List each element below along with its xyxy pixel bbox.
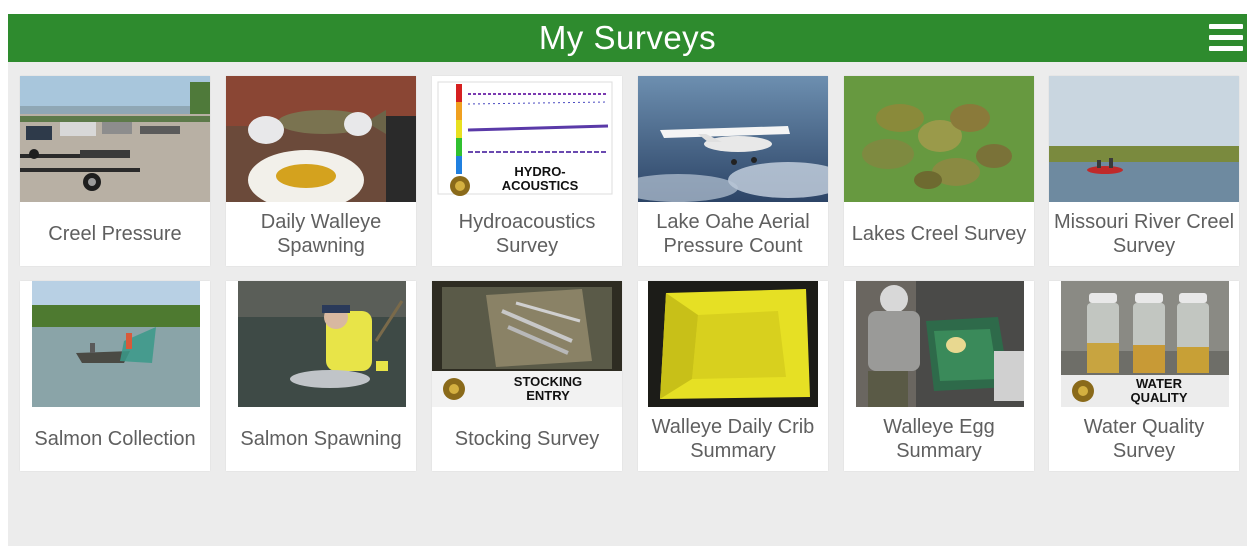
survey-card-label: Hydroacoustics Survey <box>458 211 596 257</box>
survey-card-water-quality-survey[interactable]: WATER QUALITY Water Quality Survey <box>1049 281 1239 471</box>
survey-card-label: Missouri River Creel Survey <box>1053 211 1235 257</box>
survey-card-lake-oahe-aerial[interactable]: Lake Oahe Aerial Pressure Count <box>638 76 828 266</box>
survey-card-label: Walleye Daily Crib Summary <box>651 416 815 462</box>
survey-card-salmon-collection[interactable]: Salmon Collection <box>20 281 210 471</box>
survey-card-hydroacoustics-survey[interactable]: HYDRO- ACOUSTICS Hydroacoustics Survey <box>432 76 622 266</box>
survey-card-label: Salmon Collection <box>34 428 196 450</box>
survey-card-label: Stocking Survey <box>454 428 600 450</box>
survey-card-label: Lakes Creel Survey <box>851 223 1027 245</box>
hamburger-menu-icon[interactable] <box>1209 22 1243 54</box>
app-header: My Surveys <box>8 14 1247 62</box>
survey-card-label: Creel Pressure <box>48 223 182 245</box>
survey-card-label: Water Quality Survey <box>1083 416 1205 462</box>
app-window: My Surveys Creel Pressure Daily Walleye … <box>8 14 1247 546</box>
airplane-thumbnail <box>638 76 828 202</box>
survey-card-lakes-creel-survey[interactable]: Lakes Creel Survey <box>844 76 1034 266</box>
svg-text:HYDRO-: HYDRO- <box>514 164 565 179</box>
walleye-spawning-thumbnail <box>226 76 416 202</box>
boat-net-thumbnail <box>20 281 210 407</box>
sunfish-thumbnail <box>844 76 1034 202</box>
survey-card-label: Daily Walleye Spawning <box>260 211 382 257</box>
hydroacoustics-thumbnail: HYDRO- ACOUSTICS <box>432 76 622 202</box>
survey-card-label: Salmon Spawning <box>240 428 402 450</box>
svg-text:STOCKING: STOCKING <box>514 374 582 389</box>
svg-text:WATER: WATER <box>1136 376 1183 391</box>
water-quality-thumbnail: WATER QUALITY <box>1049 281 1239 407</box>
survey-card-walleye-egg-summary[interactable]: Walleye Egg Summary <box>844 281 1034 471</box>
survey-card-walleye-daily-crib[interactable]: Walleye Daily Crib Summary <box>638 281 828 471</box>
boat-trailers-thumbnail <box>20 76 210 202</box>
worker-salmon-thumbnail <box>226 281 416 407</box>
survey-card-salmon-spawning[interactable]: Salmon Spawning <box>226 281 416 471</box>
stocking-entry-thumbnail: STOCKING ENTRY <box>432 281 622 407</box>
svg-text:ACOUSTICS: ACOUSTICS <box>502 178 579 193</box>
survey-card-creel-pressure[interactable]: Creel Pressure <box>20 76 210 266</box>
crib-liner-thumbnail <box>638 281 828 407</box>
survey-card-missouri-river-creel[interactable]: Missouri River Creel Survey <box>1049 76 1239 266</box>
svg-text:ENTRY: ENTRY <box>526 388 570 403</box>
survey-card-daily-walleye-spawning[interactable]: Daily Walleye Spawning <box>226 76 416 266</box>
egg-tank-thumbnail <box>844 281 1034 407</box>
svg-text:QUALITY: QUALITY <box>1130 390 1187 405</box>
page-title: My Surveys <box>538 19 717 56</box>
survey-card-stocking-survey[interactable]: STOCKING ENTRY Stocking Survey <box>432 281 622 471</box>
river-boat-thumbnail <box>1049 76 1239 202</box>
survey-card-label: Walleye Egg Summary <box>883 416 995 462</box>
survey-card-label: Lake Oahe Aerial Pressure Count <box>656 211 810 257</box>
